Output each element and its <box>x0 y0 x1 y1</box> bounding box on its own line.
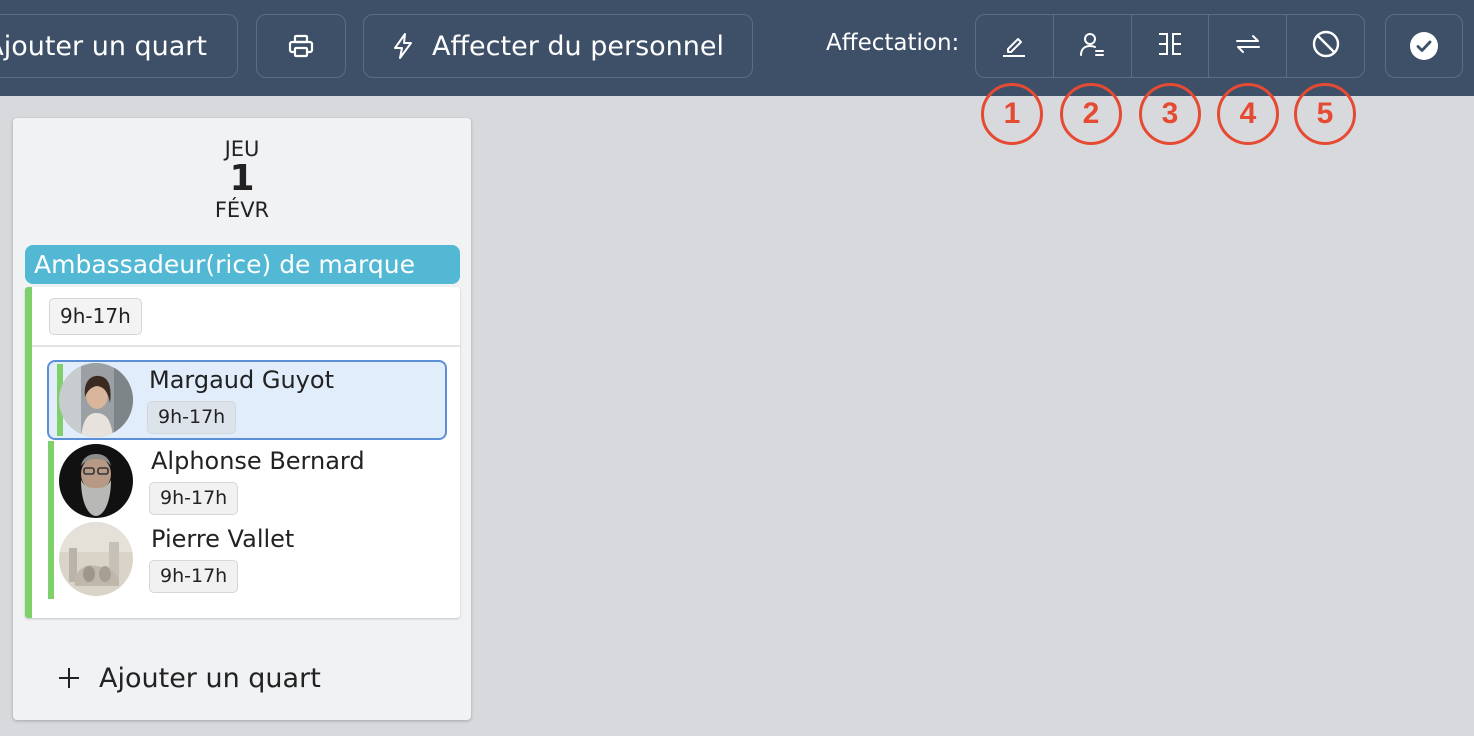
assign-user-button[interactable] <box>1054 15 1132 77</box>
assign-staff-button[interactable]: Affecter du personnel <box>363 14 753 78</box>
marker-1: 1 <box>981 83 1043 145</box>
add-shift-button-label: Ajouter un quart <box>0 30 207 62</box>
day-header: JEU 1 FÉVR <box>13 136 471 224</box>
assign-block-button[interactable] <box>1287 15 1364 77</box>
pencil-icon <box>1000 30 1028 62</box>
employee-time-badge: 9h-17h <box>149 482 239 515</box>
swap-arrows-icon <box>1234 30 1262 62</box>
assign-split-button[interactable] <box>1132 15 1210 77</box>
printer-icon <box>288 34 314 58</box>
shift-accent <box>25 287 32 618</box>
assignment-label: Affectation: <box>826 30 960 56</box>
employee-row[interactable]: Alphonse Bernard 9h-17h <box>47 441 447 521</box>
employee-name: Pierre Vallet <box>151 525 295 553</box>
day-column: JEU 1 FÉVR Ambassadeur(rice) de marque 9… <box>13 118 471 720</box>
print-button[interactable] <box>256 14 346 78</box>
employee-row[interactable]: Pierre Vallet 9h-17h <box>47 519 447 599</box>
add-shift-button[interactable]: Ajouter un quart <box>0 14 238 78</box>
role-header[interactable]: Ambassadeur(rice) de marque <box>25 245 460 284</box>
marker-3: 3 <box>1139 83 1201 145</box>
block-icon <box>1311 29 1341 63</box>
employee-time-badge: 9h-17h <box>147 401 237 434</box>
avatar <box>59 363 133 437</box>
marker-5: 5 <box>1294 83 1356 145</box>
plus-icon <box>57 666 81 690</box>
month: FÉVR <box>214 198 270 222</box>
add-shift-link[interactable]: Ajouter un quart <box>57 658 321 698</box>
add-shift-label: Ajouter un quart <box>99 662 321 694</box>
check-circle-icon <box>1409 31 1439 61</box>
lightning-icon <box>392 32 414 60</box>
assign-staff-label: Affecter du personnel <box>431 30 725 62</box>
avatar <box>59 444 133 518</box>
user-assign-icon <box>1078 30 1106 62</box>
employee-row[interactable]: Margaud Guyot 9h-17h <box>47 360 447 440</box>
employee-name: Alphonse Bernard <box>151 447 365 475</box>
employee-accent <box>48 441 54 521</box>
assign-edit-button[interactable] <box>976 15 1054 77</box>
confirm-button[interactable] <box>1385 14 1463 78</box>
marker-2: 2 <box>1060 83 1122 145</box>
divider <box>32 345 460 347</box>
shift-time-badge: 9h-17h <box>49 298 142 335</box>
split-columns-icon <box>1156 30 1184 62</box>
marker-4: 4 <box>1217 83 1279 145</box>
employee-accent <box>48 519 54 599</box>
day-number: 1 <box>229 158 255 199</box>
top-toolbar: Ajouter un quart Affecter du personnel A… <box>0 0 1474 96</box>
assignment-tools <box>975 14 1365 78</box>
avatar <box>59 522 133 596</box>
employee-name: Margaud Guyot <box>149 366 334 394</box>
employee-time-badge: 9h-17h <box>149 560 239 593</box>
assign-swap-button[interactable] <box>1209 15 1288 77</box>
